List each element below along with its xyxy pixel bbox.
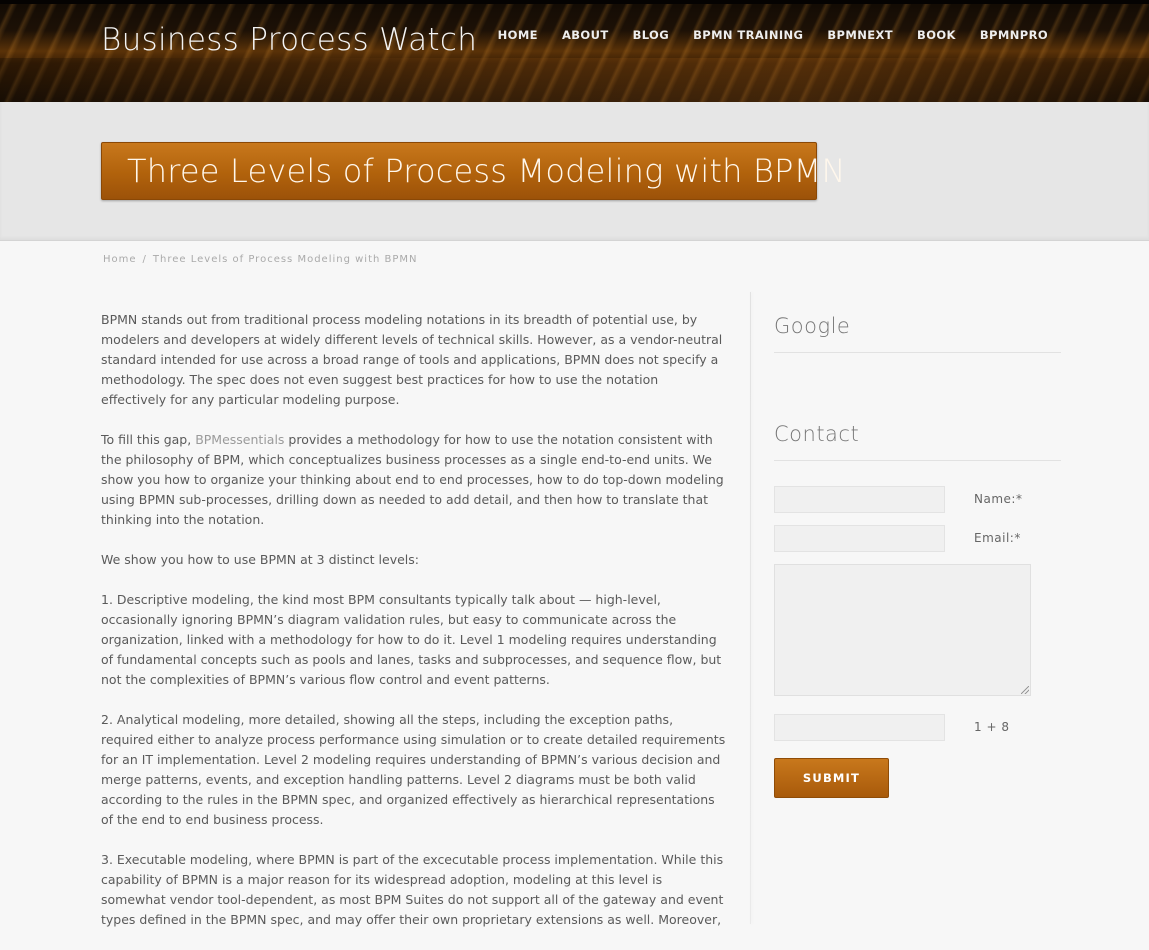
- page-title: Three Levels of Process Modeling with BP…: [127, 152, 846, 190]
- bpmessentials-link[interactable]: BPMessentials: [195, 432, 284, 447]
- name-label: Name:*: [974, 492, 1023, 506]
- article-paragraph-6: 3. Executable modeling, where BPMN is pa…: [101, 852, 724, 927]
- breadcrumb: Home / Three Levels of Process Modeling wi…: [103, 254, 418, 265]
- captcha-question: 1 + 8: [974, 720, 1010, 734]
- article-body: BPMN stands out from traditional process…: [101, 310, 727, 950]
- email-input[interactable]: [774, 525, 945, 552]
- submit-button[interactable]: SUBMIT: [774, 758, 889, 798]
- breadcrumb-current: Three Levels of Process Modeling with BP…: [152, 254, 418, 265]
- message-textarea[interactable]: [774, 564, 1031, 696]
- article-paragraph-3: We show you how to use BPMN at 3 distinc…: [101, 552, 419, 567]
- sidebar-divider: [750, 292, 751, 924]
- nav-bpmnext[interactable]: BPMNEXT: [827, 28, 893, 42]
- google-widget: Google: [774, 314, 1061, 353]
- captcha-input[interactable]: [774, 714, 945, 741]
- email-label: Email:*: [974, 531, 1021, 545]
- name-input[interactable]: [774, 486, 945, 513]
- article-paragraph-5: 2. Analytical modeling, more detailed, s…: [101, 712, 726, 827]
- page-title-box: Three Levels of Process Modeling with BP…: [101, 142, 845, 200]
- google-widget-title: Google: [774, 314, 1061, 353]
- article-paragraph-2: To fill this gap, BPMessentials provides…: [101, 430, 727, 530]
- nav-bpmnpro[interactable]: BPMNPRO: [980, 28, 1048, 42]
- nav-about[interactable]: ABOUT: [562, 28, 609, 42]
- nav-home[interactable]: HOME: [498, 28, 538, 42]
- main-nav: HOME ABOUT BLOG BPMN TRAINING BPMNEXT BO…: [474, 28, 1048, 42]
- article-paragraph-2-start: To fill this gap,: [101, 432, 196, 447]
- breadcrumb-home[interactable]: Home: [103, 254, 137, 265]
- site-logo[interactable]: Business Process Watch: [101, 22, 477, 58]
- nav-blog[interactable]: BLOG: [633, 28, 670, 42]
- resize-handle-icon[interactable]: [1021, 686, 1029, 694]
- article-paragraph-1: BPMN stands out from traditional process…: [101, 312, 723, 407]
- contact-widget: Contact Name:* Email:* 1 + 8 SUBMIT: [774, 422, 1061, 798]
- nav-book[interactable]: BOOK: [917, 28, 956, 42]
- breadcrumb-separator: /: [142, 254, 147, 265]
- nav-bpmn-training[interactable]: BPMN TRAINING: [693, 28, 803, 42]
- site-header: Business Process Watch HOME ABOUT BLOG B…: [0, 0, 1149, 102]
- page-title-banner: Three Levels of Process Modeling with BP…: [0, 102, 1149, 241]
- article-paragraph-4: 1. Descriptive modeling, the kind most B…: [101, 592, 722, 687]
- contact-widget-title: Contact: [774, 422, 1061, 461]
